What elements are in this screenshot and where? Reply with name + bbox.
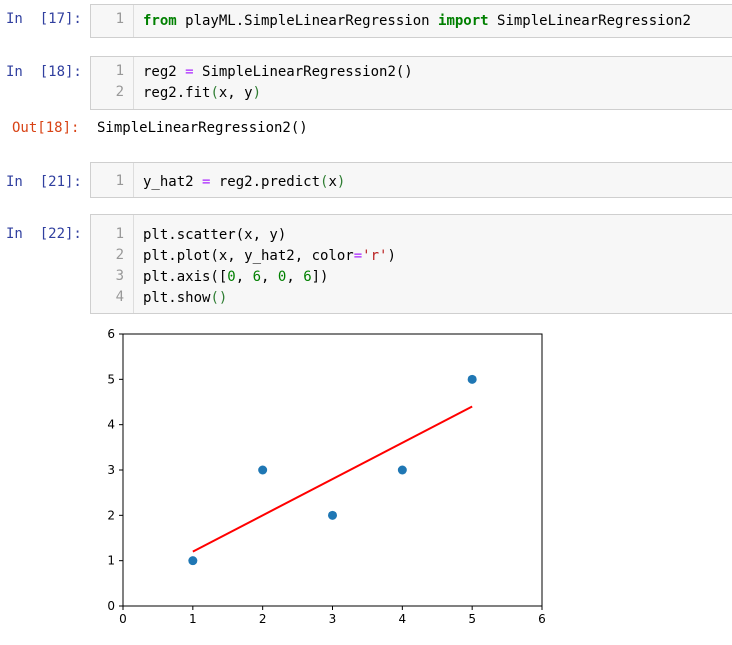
keyword: from (143, 13, 177, 29)
code-token: plt.show (143, 290, 211, 306)
paren: ( (210, 290, 219, 306)
x-tick-label: 2 (259, 612, 267, 626)
code-token: plt.scatter(x, y) (143, 227, 287, 243)
number-literal: 0 (227, 269, 236, 285)
line-number: 3 (115, 268, 124, 284)
scatter-plot: 0 1 2 3 4 5 6 0 1 2 3 4 5 6 (0, 314, 732, 645)
cell-22[interactable]: In [22]: 1 2 3 4 plt.scatter(x, y) plt.p… (0, 214, 732, 314)
code-editor[interactable]: 1 y_hat2 = reg2.predict(x) (90, 162, 732, 198)
code-token: x, y (218, 85, 253, 101)
y-tick-label: 2 (107, 508, 115, 522)
code-token: SimpleLinearRegression2 (488, 13, 691, 29)
code-line: plt.show() (143, 288, 227, 309)
x-tick-label: 4 (399, 612, 407, 626)
line-gutter: 1 (91, 163, 134, 197)
code-line: reg2 = SimpleLinearRegression2() (143, 62, 413, 83)
code-token: reg2.fit (143, 85, 211, 101)
y-tick-label: 0 (107, 599, 115, 613)
output-18: Out[18]: SimpleLinearRegression2() (0, 120, 732, 142)
y-tick-label: 4 (107, 418, 115, 432)
x-tick-label: 6 (538, 612, 546, 626)
paren: ) (336, 174, 346, 190)
line-number: 1 (115, 11, 124, 27)
output-prompt: Out[18]: (12, 120, 80, 136)
x-tick-label: 3 (329, 612, 337, 626)
y-tick-label: 3 (107, 463, 115, 477)
scatter-point (258, 465, 268, 475)
line-number: 4 (115, 289, 124, 305)
x-tick-label: 1 (189, 612, 197, 626)
keyword: import (438, 13, 489, 29)
input-prompt: In [18]: (6, 64, 82, 80)
code-token: , (235, 269, 253, 285)
code-token: ]) (311, 269, 329, 285)
scatter-point (188, 556, 198, 566)
line-number: 2 (115, 247, 124, 263)
cell-17[interactable]: In [17]: 1 from playML.SimpleLinearRegre… (0, 4, 732, 38)
line-number: 2 (115, 84, 124, 100)
input-prompt: In [21]: (6, 174, 82, 190)
scatter-point (328, 510, 337, 520)
paren: ( (210, 85, 219, 101)
y-tick-label: 5 (107, 372, 115, 386)
code-token: SimpleLinearRegression2() (193, 64, 413, 80)
code-editor[interactable]: 1 2 reg2 = SimpleLinearRegression2() reg… (90, 56, 732, 110)
line-number: 1 (115, 63, 124, 79)
code-token: ) (387, 248, 396, 264)
x-tick-label: 0 (119, 612, 127, 626)
input-prompt: In [17]: (6, 11, 82, 27)
line-number: 1 (115, 173, 124, 189)
number-literal: 6 (303, 269, 312, 285)
input-prompt: In [22]: (6, 226, 82, 242)
code-line: plt.axis([0, 6, 0, 6]) (143, 267, 328, 288)
code-token: x (328, 174, 337, 190)
x-tick-label: 5 (468, 612, 476, 626)
code-token: , (261, 269, 278, 285)
cell-18[interactable]: In [18]: 1 2 reg2 = SimpleLinearRegressi… (0, 56, 732, 110)
plot-background (0, 314, 732, 645)
code-line: reg2.fit(x, y) (143, 83, 261, 104)
paren: ) (252, 85, 262, 101)
code-line: plt.scatter(x, y) (143, 225, 286, 246)
cell-21[interactable]: In [21]: 1 y_hat2 = reg2.predict(x) (0, 162, 732, 198)
line-gutter: 1 (91, 5, 134, 37)
code-line: from playML.SimpleLinearRegression impor… (143, 11, 691, 32)
line-number: 1 (115, 226, 124, 242)
operator: = (353, 248, 363, 264)
line-gutter: 1 2 (91, 57, 134, 109)
code-token: reg2 (143, 64, 186, 80)
code-editor[interactable]: 1 2 3 4 plt.scatter(x, y) plt.plot(x, y_… (90, 214, 732, 314)
y-tick-label: 6 (107, 327, 115, 341)
line-gutter: 1 2 3 4 (91, 215, 134, 313)
output-text: SimpleLinearRegression2() (97, 120, 308, 136)
code-token: plt.plot(x, y_hat2, color (143, 248, 354, 264)
scatter-point (467, 374, 477, 384)
code-editor[interactable]: 1 from playML.SimpleLinearRegression imp… (90, 4, 732, 38)
code-token: reg2.predict (210, 174, 321, 190)
code-token: playML.SimpleLinearRegression (176, 13, 439, 29)
operator: = (185, 64, 194, 80)
code-token: , (286, 269, 304, 285)
code-token: plt.axis([ (143, 269, 228, 285)
paren: ) (218, 290, 228, 306)
code-line: y_hat2 = reg2.predict(x) (143, 172, 345, 193)
y-tick-label: 1 (107, 554, 115, 568)
code-line: plt.plot(x, y_hat2, color='r') (143, 246, 396, 267)
code-token: y_hat2 (143, 174, 203, 190)
string-literal: 'r' (362, 248, 388, 264)
number-literal: 6 (252, 269, 262, 285)
scatter-point (397, 465, 407, 475)
